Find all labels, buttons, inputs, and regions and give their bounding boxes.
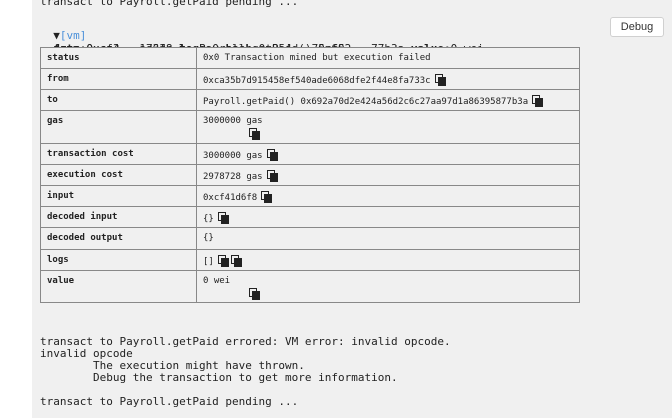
row-value: {} (196, 227, 580, 250)
table-row-value: value 0 wei (40, 269, 580, 304)
table-row-from: from 0xca35b7d915458ef540ade6068dfe2f44e… (40, 68, 580, 91)
row-key: logs (40, 248, 197, 271)
row-value: 3000000 gas (196, 142, 580, 165)
row-key: input (40, 185, 197, 208)
row-value: 0xca35b7d915458ef540ade6068dfe2f44e8fa73… (196, 68, 580, 91)
pending-log-line-top: transact to Payroll.getPaid pending ... (40, 0, 299, 8)
copy-icon[interactable] (230, 254, 242, 267)
error-line-4: Debug the transaction to get more inform… (40, 371, 398, 384)
table-row-input: input 0xcf41d6f8 (40, 185, 580, 208)
transaction-details-table: status 0x0 Transaction mined but executi… (40, 46, 580, 304)
debug-button[interactable]: Debug (610, 17, 664, 37)
table-row-execution-cost: execution cost 2978728 gas (40, 163, 580, 187)
row-value: 0x0 Transaction mined but execution fail… (196, 46, 580, 70)
table-row-logs: logs [] (40, 248, 580, 271)
table-row-decoded-input: decoded input {} (40, 206, 580, 229)
row-key: from (40, 68, 197, 91)
copy-icon[interactable] (266, 169, 278, 182)
row-key: value (40, 269, 197, 304)
copy-icon[interactable] (217, 212, 229, 225)
pending-log-line: transact to Payroll.getPaid pending ... (40, 395, 299, 408)
table-row-transaction-cost: transaction cost 3000000 gas (40, 142, 580, 165)
row-value: 3000000 gas (196, 110, 580, 144)
row-key: decoded input (40, 206, 197, 229)
row-key: execution cost (40, 163, 197, 187)
table-row-gas: gas 3000000 gas (40, 110, 580, 144)
row-key: gas (40, 110, 197, 144)
copy-icon[interactable] (249, 287, 260, 300)
copy-icon[interactable] (217, 254, 229, 267)
table-row-to: to Payroll.getPaid() 0x692a70d2e424a56d2… (40, 89, 580, 112)
row-value: 0xcf41d6f8 (196, 185, 580, 208)
copy-icon[interactable] (249, 128, 260, 141)
row-value: 0 wei (196, 269, 580, 304)
table-row-status: status 0x0 Transaction mined but executi… (40, 46, 580, 70)
row-value: Payroll.getPaid() 0x692a70d2e424a56d2c6c… (196, 89, 580, 112)
row-key: status (40, 46, 197, 70)
row-value: [] (196, 248, 580, 271)
row-key: transaction cost (40, 142, 197, 165)
row-key: to (40, 89, 197, 112)
row-value: 2978728 gas (196, 163, 580, 187)
copy-icon[interactable] (261, 191, 273, 204)
table-row-decoded-output: decoded output {} (40, 227, 580, 250)
copy-icon[interactable] (434, 74, 446, 87)
row-key: decoded output (40, 227, 197, 250)
row-value: {} (196, 206, 580, 229)
copy-icon[interactable] (266, 148, 278, 161)
copy-icon[interactable] (532, 95, 544, 108)
